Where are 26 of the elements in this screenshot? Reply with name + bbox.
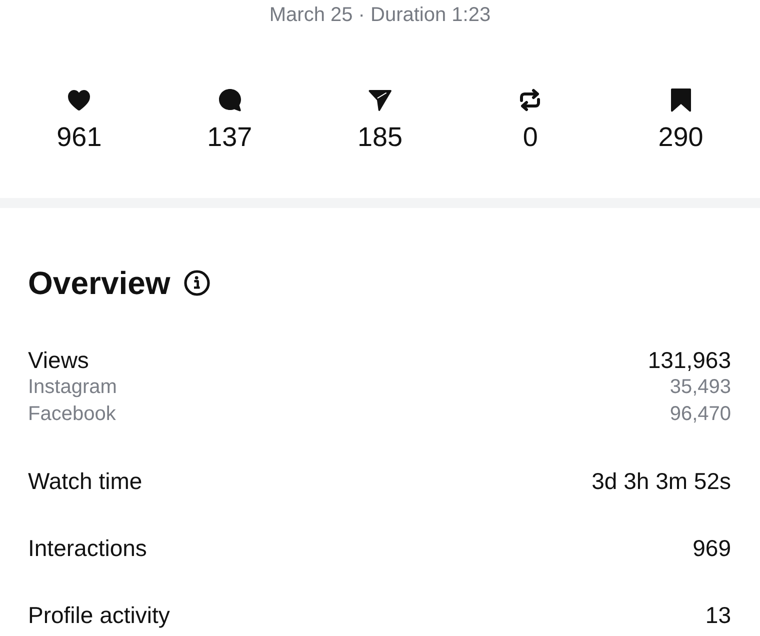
stat-count: 961 [56, 121, 102, 153]
section-heading: Overview [28, 264, 170, 303]
metric-label: Profile activity [28, 601, 170, 629]
speech-bubble-icon [218, 88, 242, 112]
metric-label: Interactions [28, 534, 147, 562]
post-date-duration: March 25 · Duration 1:23 [269, 3, 491, 27]
info-icon [184, 270, 210, 296]
stat-count: 185 [357, 121, 403, 153]
metric-value: 969 [692, 534, 731, 562]
heart-icon [67, 88, 92, 112]
repost-arrows-icon [518, 88, 542, 112]
source-label: Instagram [28, 375, 117, 400]
metric-value: 13 [705, 601, 731, 629]
stat-count: 0 [522, 121, 538, 153]
metric-value: 3d 3h 3m 52s [592, 467, 731, 495]
metric-label: Views [28, 346, 89, 374]
metric-label: Watch time [28, 467, 142, 495]
stat-count: 137 [207, 121, 252, 153]
info-button[interactable] [184, 270, 210, 296]
source-value: 35,493 [670, 375, 731, 400]
source-label: Facebook [28, 402, 116, 427]
source-value: 96,470 [670, 402, 731, 427]
stat-count: 290 [658, 121, 704, 153]
paper-plane-icon [368, 88, 392, 112]
metric-value: 131,963 [648, 346, 731, 374]
bookmark-icon [668, 88, 693, 112]
